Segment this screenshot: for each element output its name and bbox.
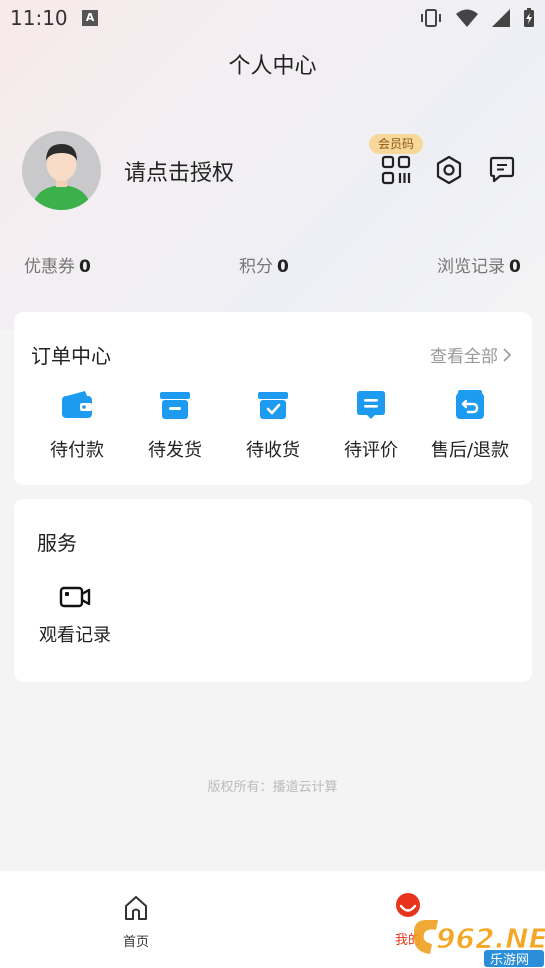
box-icon <box>158 388 192 422</box>
vip-code-badge[interactable]: 会员码 <box>369 134 423 154</box>
message-icon[interactable] <box>486 154 518 186</box>
refund-icon <box>453 388 487 422</box>
order-label: 待付款 <box>50 440 104 461</box>
stat-coupons[interactable]: 优惠券 0 <box>24 252 91 277</box>
box-check-icon <box>256 388 290 422</box>
home-icon <box>125 896 147 920</box>
order-label: 售后/退款 <box>430 440 510 461</box>
order-pending-receipt[interactable]: 待收货 <box>223 388 323 462</box>
order-center-card: 订单中心 查看全部 待付款 待发货 待收货 待评价 售后/退款 <box>14 312 532 485</box>
stat-history-label: 浏览记录 <box>437 257 505 277</box>
order-after-sale-refund[interactable]: 售后/退款 <box>420 388 520 462</box>
settings-hexagon-icon[interactable] <box>433 154 465 186</box>
vibrate-icon <box>421 9 441 27</box>
site-watermark-logo: 962.NET 乐游网 <box>410 912 545 968</box>
battery-icon <box>524 8 534 27</box>
status-bar: 11:10 A <box>0 0 545 36</box>
service-label: 观看记录 <box>39 625 111 646</box>
tab-home-label: 首页 <box>122 935 149 950</box>
order-center-title: 订单中心 <box>31 344 111 368</box>
avatar[interactable] <box>22 131 101 210</box>
stat-points[interactable]: 积分 0 <box>239 252 289 277</box>
tab-home[interactable]: 首页 <box>96 893 176 950</box>
stat-history-value: 0 <box>509 257 521 277</box>
order-label: 待评价 <box>344 440 398 461</box>
video-camera-icon <box>59 583 91 611</box>
services-title: 服务 <box>37 531 77 555</box>
order-pending-shipment[interactable]: 待发货 <box>125 388 225 462</box>
wifi-icon <box>456 9 478 27</box>
stat-history[interactable]: 浏览记录 0 <box>437 252 521 277</box>
stat-points-label: 积分 <box>239 257 273 277</box>
comment-icon <box>354 388 388 422</box>
signal-icon <box>492 9 510 27</box>
order-pending-review[interactable]: 待评价 <box>321 388 421 462</box>
service-watch-history[interactable]: 观看记录 <box>38 583 112 647</box>
order-label: 待收货 <box>246 440 300 461</box>
chevron-right-icon <box>503 347 512 362</box>
services-card: 服务 观看记录 <box>14 499 532 682</box>
status-icons <box>419 8 535 28</box>
stat-points-value: 0 <box>277 257 289 277</box>
qrcode-icon[interactable] <box>380 154 412 186</box>
authorize-prompt[interactable]: 请点击授权 <box>124 155 234 187</box>
stat-coupons-value: 0 <box>79 257 91 277</box>
view-all-orders-link[interactable]: 查看全部 <box>430 342 512 367</box>
accessibility-icon: A <box>82 10 98 26</box>
order-label: 待发货 <box>148 440 202 461</box>
view-all-label: 查看全部 <box>430 347 498 367</box>
watermark-sub: 乐游网 <box>490 953 529 968</box>
order-pending-payment[interactable]: 待付款 <box>27 388 127 462</box>
page-title: 个人中心 <box>228 54 317 79</box>
status-time: 11:10 <box>10 6 68 30</box>
stat-coupons-label: 优惠券 <box>24 257 75 277</box>
wallet-icon <box>60 388 94 422</box>
avatar-illustration <box>32 144 91 210</box>
copyright-text: 版权所有：播道云计算 <box>207 780 338 795</box>
